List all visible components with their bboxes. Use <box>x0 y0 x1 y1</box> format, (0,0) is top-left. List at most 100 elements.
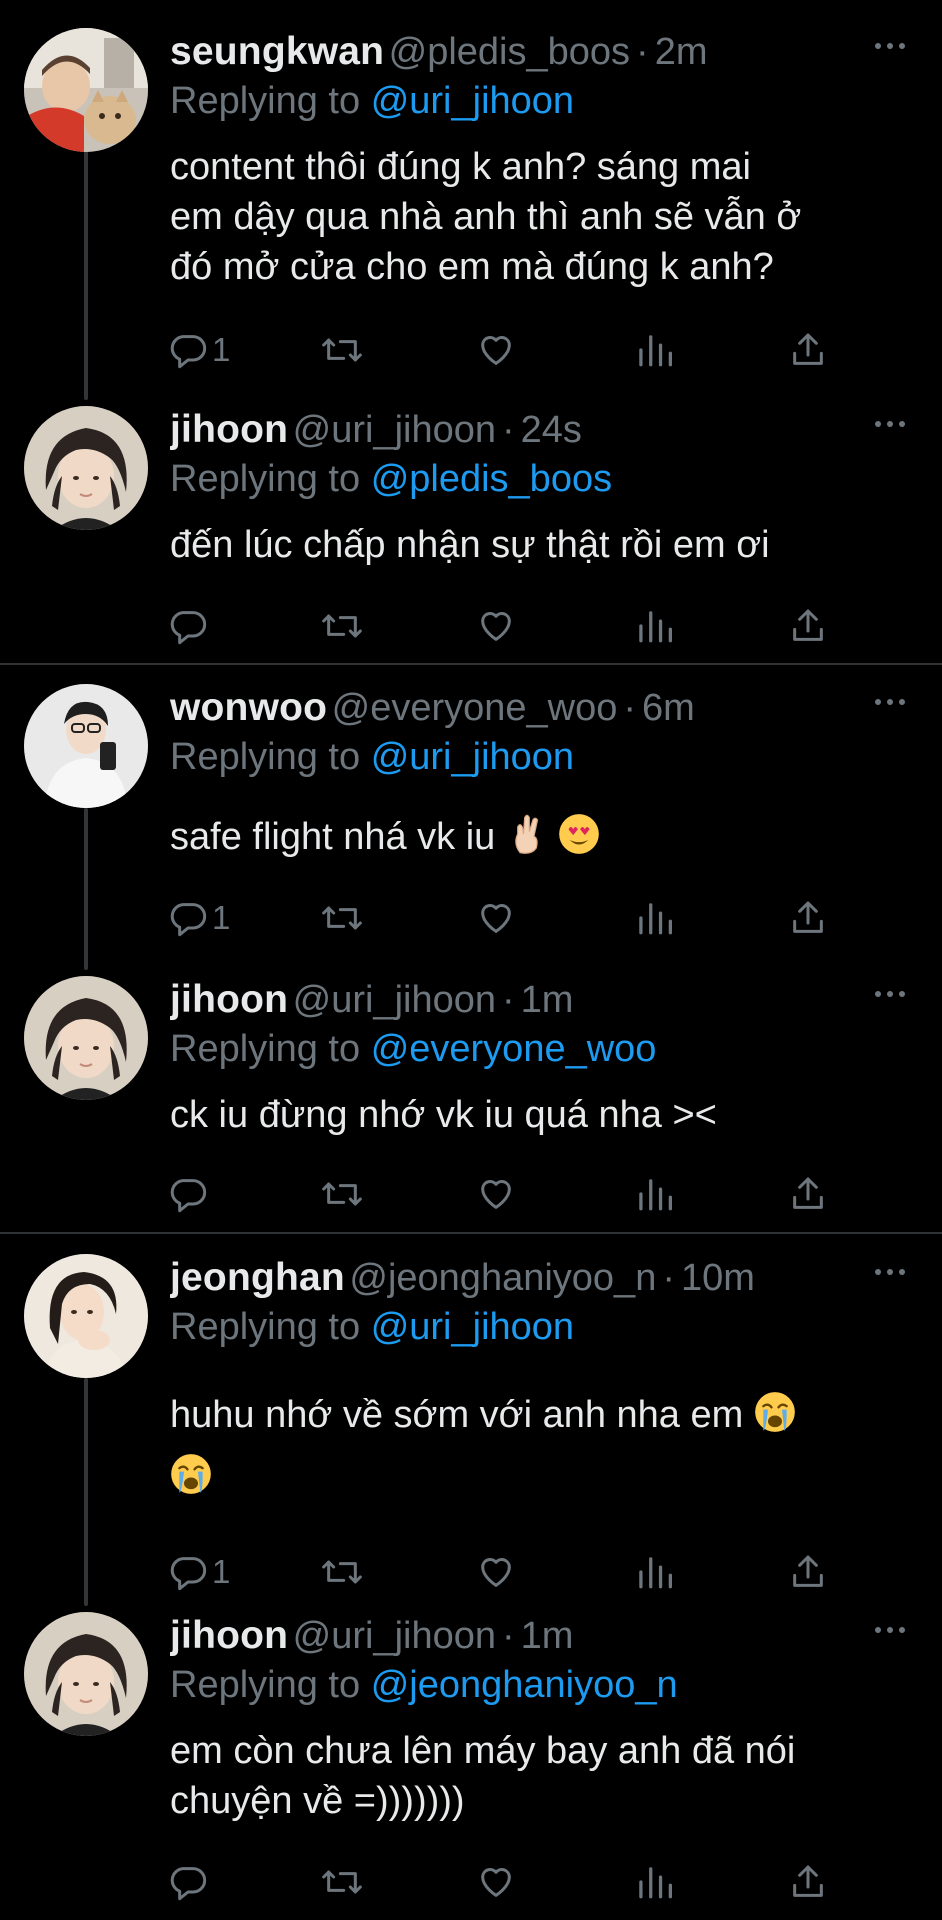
reply-button[interactable] <box>168 1860 208 1904</box>
timestamp[interactable]: 6m <box>642 687 695 729</box>
retweet-button[interactable] <box>320 328 364 372</box>
tweet[interactable]: jeonghan @jeonghaniyoo_n · 10m Replying to… <box>0 1254 942 1591</box>
user-handle[interactable]: @uri_jihoon <box>293 409 496 451</box>
avatar-jihoon[interactable] <box>24 406 148 530</box>
retweet-icon <box>322 1182 362 1206</box>
retweet-button[interactable] <box>320 1550 364 1594</box>
more-icon[interactable] <box>870 36 910 56</box>
timestamp[interactable]: 1m <box>521 979 574 1021</box>
reply-button[interactable]: 1 <box>168 896 230 940</box>
timestamp[interactable]: 10m <box>681 1257 755 1299</box>
user-handle[interactable]: @everyone_woo <box>332 687 618 729</box>
reply-count: 1 <box>212 331 231 368</box>
like-button[interactable] <box>476 328 516 372</box>
user-handle[interactable]: @pledis_boos <box>389 31 630 73</box>
tweet[interactable]: jihoon @uri_jihoon · 24s Replying to @pled… <box>0 406 942 646</box>
reply-button[interactable] <box>168 1172 208 1216</box>
like-icon <box>481 1868 511 1897</box>
mention-link[interactable]: @uri_jihoon <box>371 736 574 778</box>
tweet[interactable]: wonwoo @everyone_woo · 6m Replying to @uri… <box>0 684 942 944</box>
analytics-button[interactable] <box>636 1172 672 1216</box>
like-button[interactable] <box>476 604 516 648</box>
like-button[interactable] <box>476 896 516 940</box>
reply-count: 1 <box>212 899 231 936</box>
display-name[interactable]: jihoon <box>170 408 288 451</box>
avatar-jihoon[interactable] <box>24 976 148 1100</box>
tweet-actions <box>168 1172 848 1216</box>
share-button[interactable] <box>788 896 828 940</box>
reply-icon <box>170 1557 207 1591</box>
like-button[interactable] <box>476 1550 516 1594</box>
retweet-button[interactable] <box>320 604 364 648</box>
avatar-wonwoo[interactable] <box>24 684 148 808</box>
analytics-button[interactable] <box>636 896 672 940</box>
like-button[interactable] <box>476 1860 516 1904</box>
more-icon[interactable] <box>870 414 910 434</box>
analytics-button[interactable] <box>636 604 672 648</box>
more-icon[interactable] <box>870 692 910 712</box>
retweet-button[interactable] <box>320 1172 364 1216</box>
timestamp[interactable]: 24s <box>521 409 582 451</box>
share-icon <box>793 1555 823 1587</box>
tweet-header: jihoon @uri_jihoon · 1m <box>170 1614 910 1658</box>
more-icon[interactable] <box>870 1620 910 1640</box>
timestamp[interactable]: 1m <box>521 1615 574 1657</box>
more-icon[interactable] <box>870 984 910 1004</box>
crossed-fingers-emoji <box>515 814 538 854</box>
display-name[interactable]: jihoon <box>170 1614 288 1657</box>
retweet-icon <box>322 614 362 638</box>
mention-link[interactable]: @pledis_boos <box>371 458 612 500</box>
avatar-jihoon[interactable] <box>24 1612 148 1736</box>
mention-link[interactable]: @everyone_woo <box>371 1028 657 1070</box>
analytics-button[interactable] <box>636 328 672 372</box>
share-button[interactable] <box>788 328 828 372</box>
more-icon[interactable] <box>870 1262 910 1282</box>
analytics-icon <box>639 335 672 367</box>
user-handle[interactable]: @uri_jihoon <box>293 1615 496 1657</box>
display-name[interactable]: seungkwan <box>170 30 384 73</box>
tweet-actions: 1 <box>168 1550 848 1594</box>
like-icon <box>481 336 511 365</box>
display-name[interactable]: wonwoo <box>170 686 327 729</box>
mention-link[interactable]: @uri_jihoon <box>371 80 574 122</box>
avatar-seungkwan[interactable] <box>24 28 148 152</box>
tweet-text-line: chuyện về =))))))) <box>170 1780 465 1822</box>
reply-feed: seungkwan @pledis_boos · 2m Replying to @u… <box>0 0 942 1920</box>
tweet-header: jeonghan @jeonghaniyoo_n · 10m <box>170 1256 910 1300</box>
separator-dot: · <box>636 31 649 73</box>
share-icon <box>793 609 823 641</box>
tweet-text: đến lúc chấp nhận sự thật rồi em ơi <box>170 520 900 570</box>
tweet[interactable]: seungkwan @pledis_boos · 2m Replying to @u… <box>0 28 942 378</box>
retweet-button[interactable] <box>320 896 364 940</box>
tweet-header: jihoon @uri_jihoon · 24s <box>170 408 910 452</box>
share-button[interactable] <box>788 1550 828 1594</box>
tweet-header: jihoon @uri_jihoon · 1m <box>170 978 910 1022</box>
retweet-icon <box>322 1870 362 1894</box>
mention-link[interactable]: @uri_jihoon <box>371 1306 574 1348</box>
tweet-text-line: em còn chưa lên máy bay anh đã nói <box>170 1730 796 1772</box>
analytics-icon <box>639 611 672 643</box>
share-button[interactable] <box>788 1172 828 1216</box>
reply-button[interactable] <box>168 604 208 648</box>
avatar-jeonghan[interactable] <box>24 1254 148 1378</box>
tweet-actions: 1 <box>168 328 848 372</box>
analytics-button[interactable] <box>636 1860 672 1904</box>
user-handle[interactable]: @jeonghaniyoo_n <box>349 1257 656 1299</box>
tweet[interactable]: jihoon @uri_jihoon · 1m Replying to @jeong… <box>0 1612 942 1912</box>
reply-button[interactable]: 1 <box>168 1550 230 1594</box>
share-button[interactable] <box>788 604 828 648</box>
display-name[interactable]: jihoon <box>170 978 288 1021</box>
user-handle[interactable]: @uri_jihoon <box>293 979 496 1021</box>
reply-button[interactable]: 1 <box>168 328 230 372</box>
mention-link[interactable]: @jeonghaniyoo_n <box>371 1664 678 1706</box>
display-name[interactable]: jeonghan <box>170 1256 345 1299</box>
timestamp[interactable]: 2m <box>655 31 708 73</box>
reply-icon <box>170 903 207 937</box>
analytics-button[interactable] <box>636 1550 672 1594</box>
share-button[interactable] <box>788 1860 828 1904</box>
tweet[interactable]: jihoon @uri_jihoon · 1m Replying to @every… <box>0 976 942 1216</box>
retweet-button[interactable] <box>320 1860 364 1904</box>
reply-icon <box>170 611 207 645</box>
like-button[interactable] <box>476 1172 516 1216</box>
thread-divider <box>0 1232 942 1234</box>
